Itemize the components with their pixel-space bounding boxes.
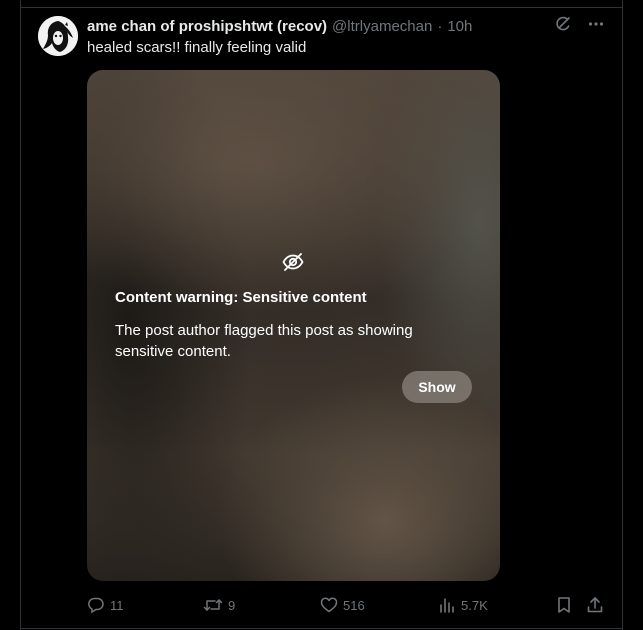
share-icon bbox=[587, 597, 603, 613]
repost-icon bbox=[203, 599, 223, 611]
action-bar: 11 9 516 5.7K bbox=[21, 595, 624, 615]
content-warning-title: Content warning: Sensitive content bbox=[115, 289, 367, 306]
divider bbox=[21, 7, 622, 8]
post-text: healed scars!! finally feeling valid bbox=[87, 39, 307, 56]
bookmark-button[interactable] bbox=[556, 595, 572, 615]
like-icon bbox=[320, 597, 338, 613]
views-count: 5.7K bbox=[461, 597, 488, 613]
like-count: 516 bbox=[343, 597, 365, 613]
eye-slash-icon bbox=[282, 253, 304, 271]
separator: · bbox=[437, 17, 443, 35]
post-header: ame chan of proshipshtwt (recov) @ltrlya… bbox=[87, 16, 472, 36]
like-button[interactable]: 516 bbox=[320, 595, 365, 615]
share-button[interactable] bbox=[586, 595, 604, 615]
display-name[interactable]: ame chan of proshipshtwt (recov) bbox=[87, 18, 327, 35]
reply-count: 11 bbox=[110, 597, 124, 613]
content-warning-body: The post author flagged this post as sho… bbox=[115, 322, 413, 360]
timestamp[interactable]: 10h bbox=[447, 18, 472, 35]
views-button[interactable]: 5.7K bbox=[438, 595, 488, 615]
bookmark-icon bbox=[558, 597, 570, 613]
divider bbox=[21, 628, 622, 629]
grok-icon[interactable] bbox=[554, 15, 572, 38]
post[interactable]: ame chan of proshipshtwt (recov) @ltrlya… bbox=[20, 0, 623, 630]
sensitive-media[interactable]: Content warning: Sensitive content The p… bbox=[87, 70, 500, 581]
avatar-image bbox=[38, 16, 78, 56]
more-icon[interactable] bbox=[588, 15, 604, 38]
reply-button[interactable]: 11 bbox=[87, 595, 124, 615]
repost-count: 9 bbox=[228, 597, 236, 613]
avatar[interactable] bbox=[38, 16, 78, 56]
show-button[interactable]: Show bbox=[402, 371, 472, 403]
reply-icon bbox=[88, 597, 104, 614]
header-actions bbox=[554, 15, 604, 38]
views-icon bbox=[440, 598, 454, 613]
repost-button[interactable]: 9 bbox=[203, 595, 235, 615]
user-handle[interactable]: @ltrlyamechan bbox=[332, 18, 432, 35]
